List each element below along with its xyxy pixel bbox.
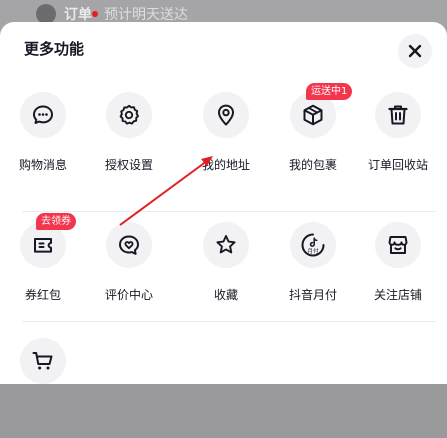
- more-functions-panel: 更多功能 购物消息 授权设置 我的地址 运送中1 我的包裹 订单回收站 去领券 …: [0, 22, 447, 384]
- location-pin-icon: [218, 104, 234, 126]
- item-label: 授权设置: [104, 158, 153, 172]
- monthly-pay-icon-text: 月付: [307, 247, 319, 255]
- package-icon: [303, 104, 323, 126]
- item-shopping-messages[interactable]: 购物消息: [0, 92, 86, 192]
- favorites-icon-circle: [203, 222, 249, 268]
- review-heart-icon: [119, 235, 139, 255]
- star-icon: [216, 235, 236, 254]
- item-label: 我的包裹: [288, 158, 337, 172]
- panel-title: 更多功能: [24, 40, 85, 58]
- close-icon: [408, 44, 422, 58]
- item-label: 券红包: [24, 288, 61, 302]
- order-recycle-bin-icon-circle: [375, 92, 421, 138]
- row-divider: [22, 211, 436, 212]
- shopping-messages-icon-circle: [20, 92, 66, 138]
- item-label: 收藏: [213, 288, 238, 302]
- message-icon: [33, 105, 53, 124]
- monthly-pay-icon-circle: 月付: [290, 222, 336, 268]
- cart-icon: [32, 352, 53, 370]
- authorization-settings-icon-circle: [106, 92, 152, 138]
- item-label: 我的地址: [201, 158, 250, 172]
- gear-icon: [119, 104, 139, 125]
- item-shopping-cart[interactable]: [0, 338, 86, 438]
- item-my-address[interactable]: 我的地址: [183, 92, 269, 192]
- claim-coupon-badge: 去领券: [36, 213, 76, 230]
- item-douyin-monthly-pay[interactable]: 月付 抖音月付: [270, 222, 356, 322]
- followed-stores-icon-circle: [375, 222, 421, 268]
- close-button[interactable]: [398, 34, 432, 68]
- header-title: 订单: [64, 7, 92, 23]
- item-authorization-settings[interactable]: 授权设置: [86, 92, 172, 192]
- row-divider: [22, 321, 436, 322]
- in-transit-badge: 运送中1: [306, 83, 353, 100]
- item-label: 评价中心: [104, 288, 153, 302]
- header-subtitle: 预计明天送达: [104, 7, 188, 23]
- avatar: [36, 4, 56, 24]
- item-label: 关注店铺: [373, 288, 422, 302]
- notification-dot: [92, 11, 98, 17]
- item-favorites[interactable]: 收藏: [183, 222, 269, 322]
- header-text: 订单 预计明天送达: [64, 4, 188, 24]
- item-order-recycle-bin[interactable]: 订单回收站: [355, 92, 441, 192]
- item-label: 购物消息: [18, 158, 67, 172]
- monthly-pay-icon: 月付: [301, 233, 325, 257]
- review-center-icon-circle: [106, 222, 152, 268]
- item-followed-stores[interactable]: 关注店铺: [355, 222, 441, 322]
- trash-icon: [388, 105, 408, 125]
- item-label: 抖音月付: [288, 288, 337, 302]
- item-my-package[interactable]: 运送中1 我的包裹: [270, 83, 356, 192]
- cart-icon-circle: [20, 338, 66, 384]
- coupon-icon: [34, 238, 52, 253]
- item-label: 订单回收站: [367, 158, 428, 172]
- item-review-center[interactable]: 评价中心: [86, 222, 172, 322]
- my-address-icon-circle: [203, 92, 249, 138]
- item-coupons[interactable]: 去领券 券红包: [0, 213, 86, 322]
- store-icon: [388, 236, 408, 254]
